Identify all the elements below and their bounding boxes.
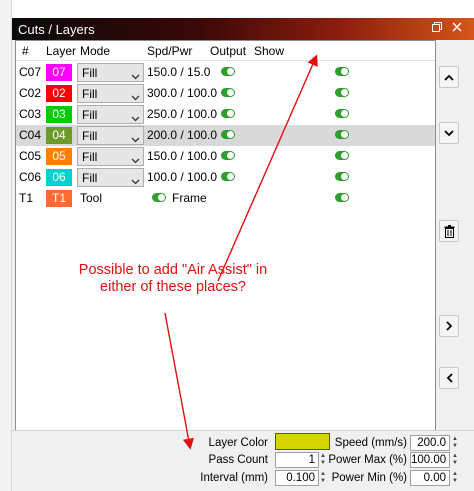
- speed-spinner[interactable]: ▲ ▼: [452, 436, 460, 450]
- arrow-right-icon[interactable]: [439, 315, 459, 337]
- cut-id: C04: [19, 128, 42, 142]
- layer-swatch[interactable]: 03: [46, 106, 72, 123]
- table-row[interactable]: C02 02 Fill 300.0 / 100.0: [16, 83, 435, 104]
- layer-swatch[interactable]: 07: [46, 64, 72, 81]
- chevron-down-icon: [131, 153, 140, 167]
- layer-swatch[interactable]: 06: [46, 169, 72, 186]
- mode-select[interactable]: Fill: [77, 126, 144, 145]
- interval-label: Interval (mm): [200, 472, 268, 484]
- show-toggle[interactable]: [335, 109, 349, 118]
- interval-field[interactable]: 0.100: [275, 470, 319, 486]
- column-header: #: [22, 44, 29, 58]
- column-header: Spd/Pwr: [147, 44, 193, 58]
- table-row[interactable]: C03 03 Fill 250.0 / 100.0: [16, 104, 435, 125]
- mode-select[interactable]: Fill: [77, 147, 144, 166]
- column-header: Mode: [80, 44, 111, 58]
- mode-value: Fill: [82, 150, 98, 164]
- mode-value: Fill: [82, 171, 98, 185]
- output-toggle[interactable]: [221, 109, 235, 118]
- mode-select[interactable]: Fill: [77, 105, 144, 124]
- output-toggle[interactable]: [221, 151, 235, 160]
- table-row-tool[interactable]: T1 T1 Tool Frame: [16, 188, 435, 209]
- mode-value: Fill: [82, 108, 98, 122]
- table-row[interactable]: C07 07 Fill 150.0 / 15.0: [16, 62, 435, 83]
- power-max-label: Power Max (%): [328, 454, 407, 466]
- column-header: Show: [254, 44, 285, 58]
- spd-pwr-value: 100.0 / 100.0: [147, 170, 218, 184]
- mode-select[interactable]: Fill: [77, 63, 144, 82]
- speed-field[interactable]: 200.0: [410, 435, 450, 451]
- column-header: Output: [210, 44, 247, 58]
- show-toggle[interactable]: [335, 151, 349, 160]
- speed-label: Speed (mm/s): [334, 437, 407, 449]
- cut-id: C02: [19, 86, 42, 100]
- cut-id: C07: [19, 65, 42, 79]
- chevron-down-icon: [131, 174, 140, 188]
- layer-color-label: Layer Color: [208, 437, 268, 449]
- spd-pwr-value: 150.0 / 100.0: [147, 149, 218, 163]
- show-toggle[interactable]: [335, 88, 349, 97]
- table-row[interactable]: C04 04 Fill 200.0 / 100.0: [16, 125, 435, 146]
- cut-id: C06: [19, 170, 42, 184]
- annotation-text: Possible to add "Air Assist" in either o…: [78, 262, 268, 295]
- layer-settings-bar: Layer Color Pass Count 1 ▲ ▼ Interval (mm…: [12, 430, 474, 491]
- show-toggle[interactable]: [335, 172, 349, 181]
- output-toggle[interactable]: [221, 172, 235, 181]
- table-row[interactable]: C06 06 Fill 100.0 / 100.0: [16, 167, 435, 188]
- arrow-left-icon[interactable]: [439, 367, 459, 389]
- panel-titlebar[interactable]: Cuts / Layers: [12, 18, 474, 40]
- layer-color-swatch[interactable]: [275, 433, 330, 450]
- table-header: # Layer Mode Spd/Pwr Output Show: [16, 41, 435, 61]
- arrow-up-icon[interactable]: [439, 66, 459, 88]
- chevron-down-icon: [131, 69, 140, 83]
- power-max-field[interactable]: 100.00: [410, 452, 450, 468]
- output-toggle[interactable]: [221, 130, 235, 139]
- chevron-down-icon: [131, 132, 140, 146]
- power-min-spinner[interactable]: ▲ ▼: [452, 471, 460, 485]
- pass-count-label: Pass Count: [208, 454, 268, 466]
- layers-table: # Layer Mode Spd/Pwr Output Show C07 07 Fi…: [15, 40, 436, 448]
- mode-value: Fill: [82, 66, 98, 80]
- pass-count-field[interactable]: 1: [275, 452, 319, 468]
- spd-pwr-value: 300.0 / 100.0: [147, 86, 218, 100]
- arrow-down-icon[interactable]: [439, 122, 459, 144]
- mode-select[interactable]: Fill: [77, 168, 144, 187]
- chevron-down-icon: [131, 111, 140, 125]
- show-toggle[interactable]: [335, 193, 349, 202]
- layer-swatch[interactable]: 02: [46, 85, 72, 102]
- power-min-field[interactable]: 0.00: [410, 470, 450, 486]
- chevron-down-icon: [131, 90, 140, 104]
- restore-icon[interactable]: [430, 21, 444, 35]
- spd-pwr-value: 150.0 / 15.0: [147, 65, 211, 79]
- layer-swatch[interactable]: 04: [46, 127, 72, 144]
- show-toggle[interactable]: [335, 67, 349, 76]
- output-toggle[interactable]: [221, 67, 235, 76]
- output-toggle[interactable]: [221, 88, 235, 97]
- layer-swatch[interactable]: 05: [46, 148, 72, 165]
- show-toggle[interactable]: [335, 130, 349, 139]
- column-header: Layer: [46, 44, 77, 58]
- trash-icon[interactable]: [439, 220, 459, 242]
- output-toggle[interactable]: [152, 193, 166, 202]
- spd-pwr-value: 250.0 / 100.0: [147, 107, 218, 121]
- spd-pwr-value: 200.0 / 100.0: [147, 128, 218, 142]
- cuts-layers-panel: Cuts / Layers # Layer Mode Spd/Pwr Outpu…: [12, 18, 474, 491]
- cut-id: C05: [19, 149, 42, 163]
- close-icon[interactable]: [450, 21, 464, 35]
- background-window-strip: [0, 0, 12, 491]
- mode-value: Fill: [82, 87, 98, 101]
- mode-value: Fill: [82, 129, 98, 143]
- power-max-spinner[interactable]: ▲ ▼: [452, 453, 460, 467]
- cut-id: T1: [19, 191, 34, 205]
- frame-label: Frame: [172, 191, 207, 205]
- layer-swatch[interactable]: T1: [46, 190, 72, 207]
- table-row[interactable]: C05 05 Fill 150.0 / 100.0: [16, 146, 435, 167]
- mode-select[interactable]: Fill: [77, 84, 144, 103]
- power-min-label: Power Min (%): [331, 472, 407, 484]
- tool-mode-text: Tool: [80, 191, 103, 205]
- panel-title: Cuts / Layers: [18, 22, 95, 37]
- cut-id: C03: [19, 107, 42, 121]
